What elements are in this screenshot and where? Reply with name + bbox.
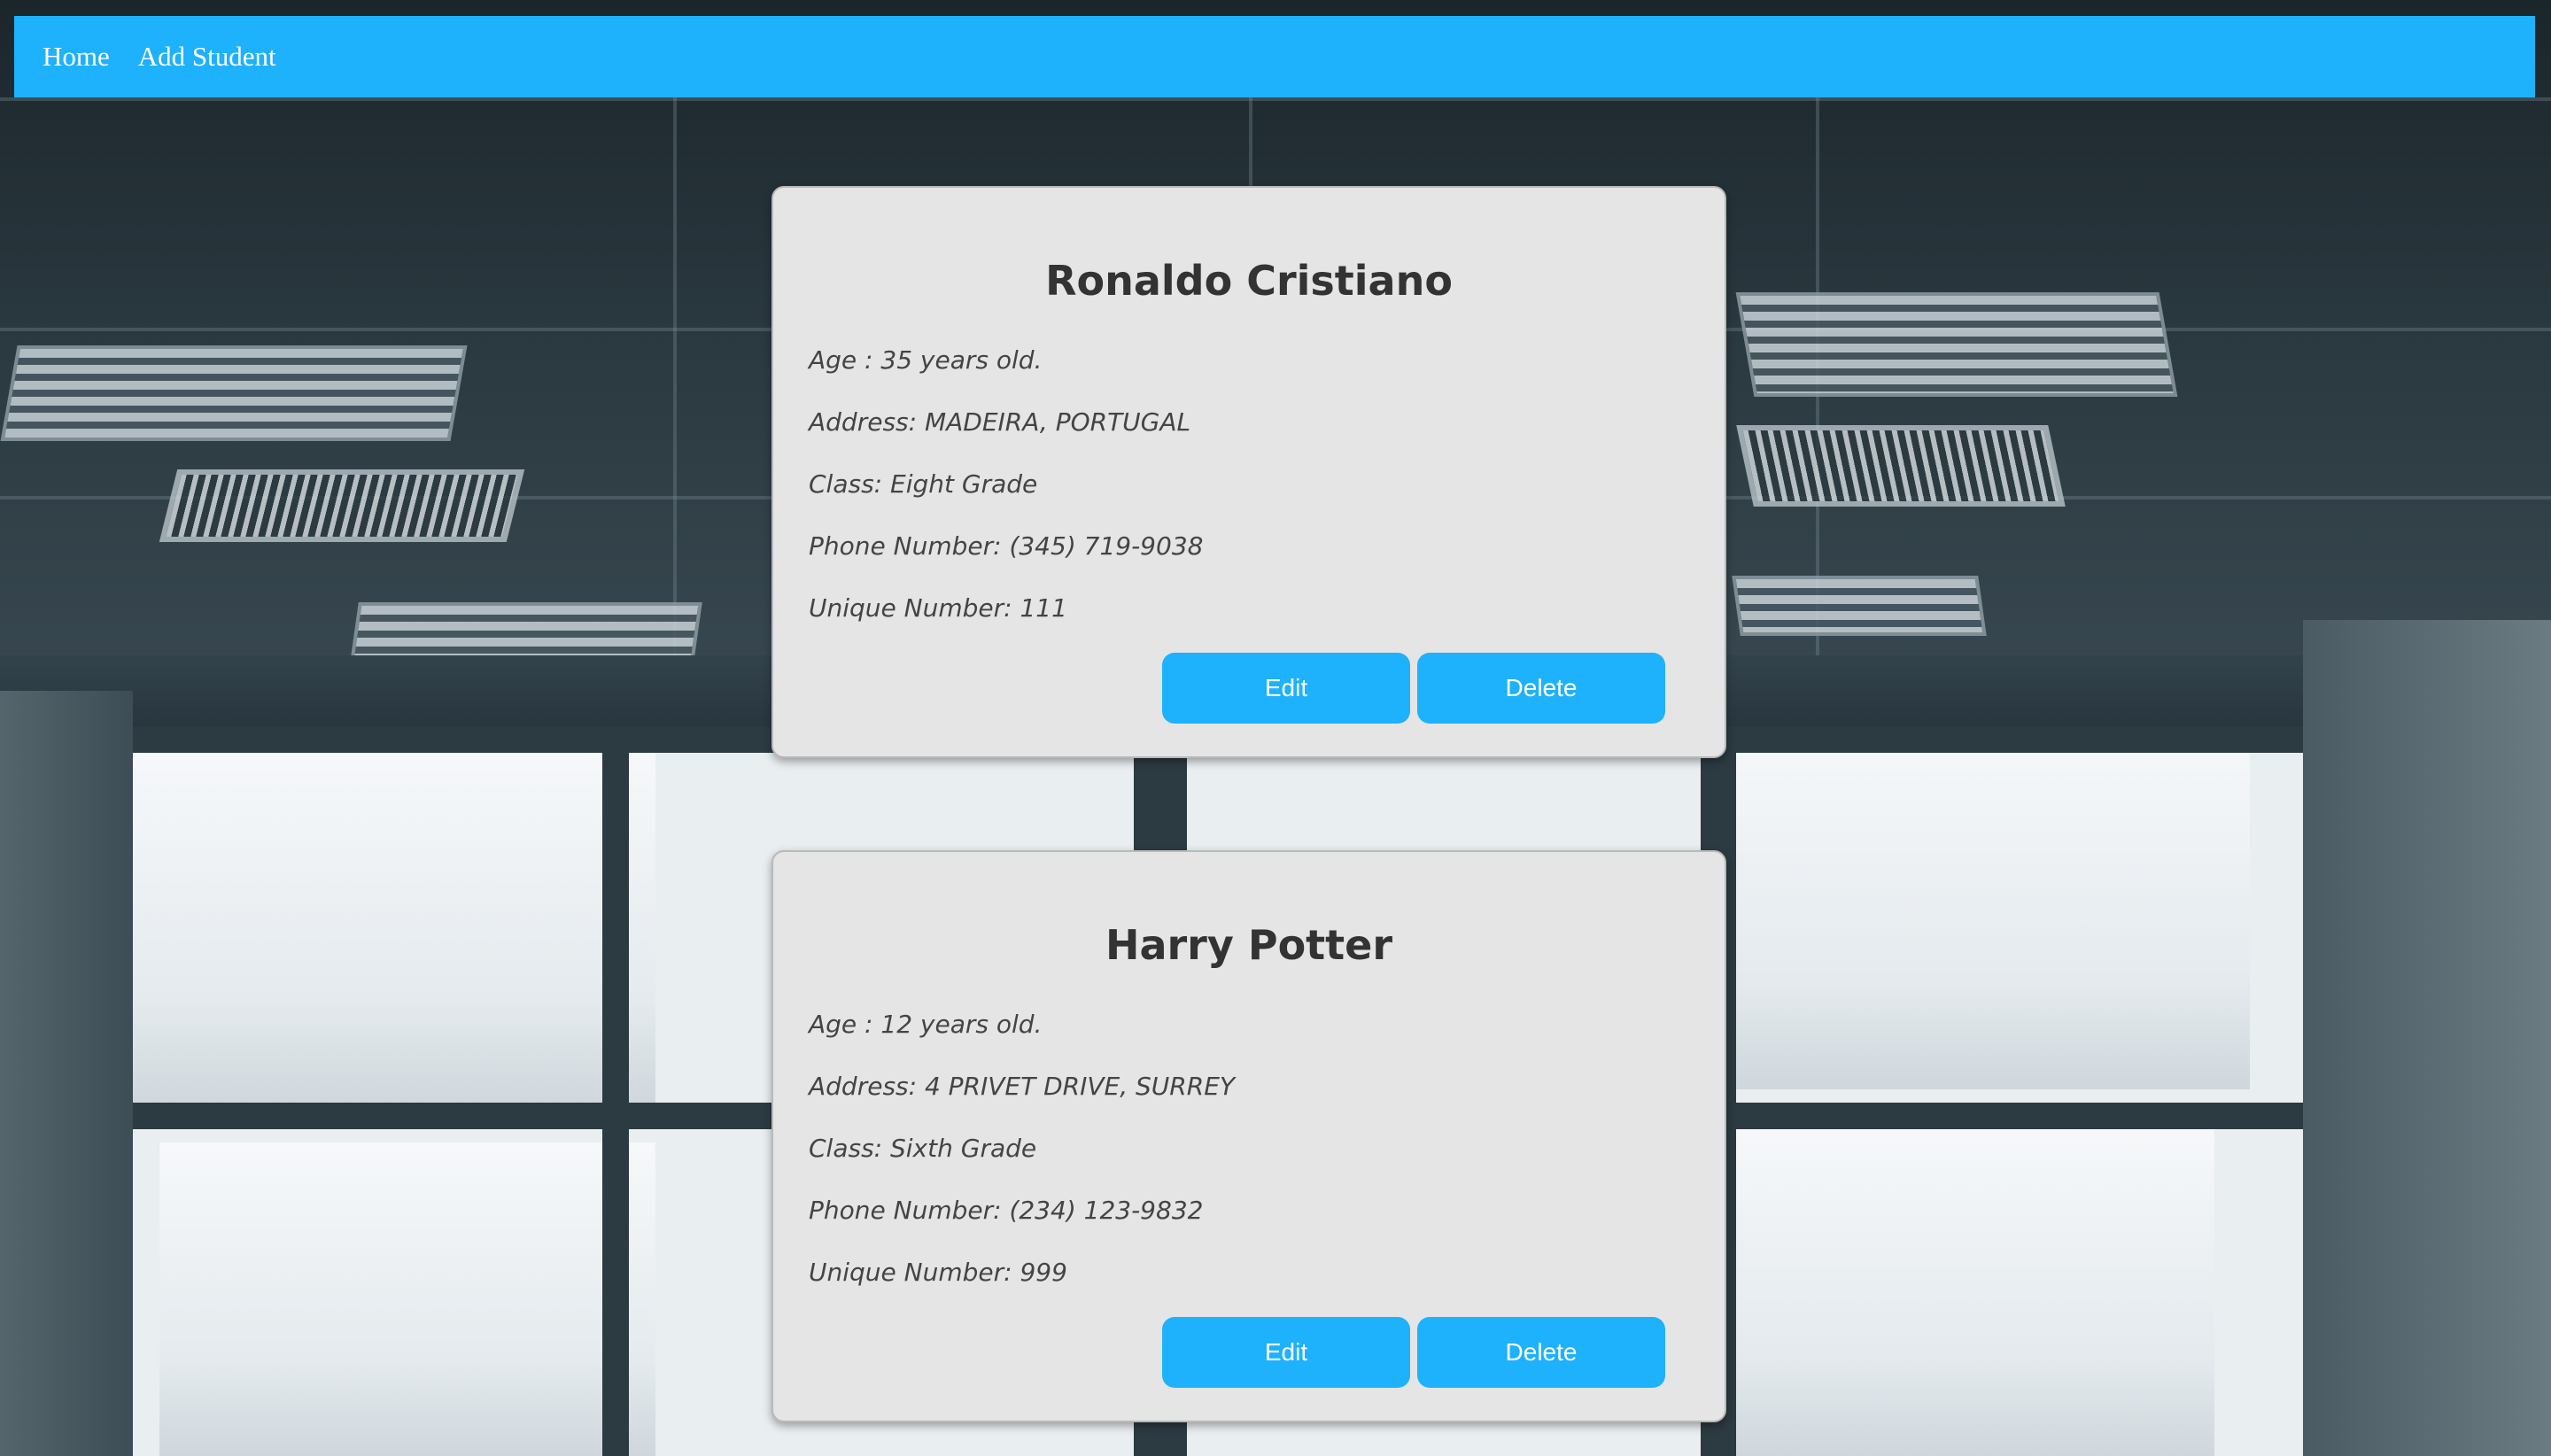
side-wall: [0, 691, 133, 1456]
nav-add-student-link[interactable]: Add Student: [138, 41, 276, 73]
ceiling-light: [1735, 292, 2178, 397]
ceiling-light: [350, 602, 702, 662]
student-card: Harry Potter Age : 12 years old. Address…: [772, 850, 1726, 1422]
student-name: Ronaldo Cristiano: [1045, 257, 1453, 305]
nav-home-link[interactable]: Home: [43, 41, 110, 73]
window-pane: [124, 753, 655, 1107]
window-pane: [1718, 735, 2250, 1089]
student-address: Address: 4 PRIVET DRIVE, SURREY: [809, 1072, 1236, 1101]
delete-button[interactable]: Delete: [1417, 1317, 1665, 1388]
window-pane: [159, 1142, 655, 1456]
side-wall: [2303, 620, 2551, 1456]
edit-button[interactable]: Edit: [1162, 653, 1410, 724]
ceiling-grid-line: [673, 97, 677, 664]
student-phone: Phone Number: (345) 719-9038: [809, 531, 1204, 561]
ceiling-vent: [159, 469, 525, 542]
edit-button[interactable]: Edit: [1162, 1317, 1410, 1388]
student-phone: Phone Number: (234) 123-9832: [809, 1196, 1204, 1225]
navbar: Home Add Student: [14, 16, 2535, 97]
student-age: Age : 12 years old.: [809, 1010, 1043, 1039]
student-age: Age : 35 years old.: [809, 345, 1043, 375]
student-unique-number: Unique Number: 999: [809, 1258, 1067, 1287]
ceiling-light: [0, 345, 468, 441]
window-frame: [602, 726, 629, 1456]
ceiling-light: [1732, 576, 1987, 636]
student-card: Ronaldo Cristiano Age : 35 years old. Ad…: [772, 186, 1726, 758]
student-class: Class: Eight Grade: [809, 469, 1038, 499]
delete-button[interactable]: Delete: [1417, 653, 1665, 724]
student-class: Class: Sixth Grade: [809, 1134, 1037, 1163]
student-unique-number: Unique Number: 111: [809, 593, 1067, 623]
student-address: Address: MADEIRA, PORTUGAL: [809, 407, 1191, 437]
student-name: Harry Potter: [1105, 921, 1393, 969]
ceiling-grid-line: [0, 97, 2551, 101]
window-pane: [1718, 1125, 2214, 1456]
ceiling-vent: [1736, 425, 2066, 507]
